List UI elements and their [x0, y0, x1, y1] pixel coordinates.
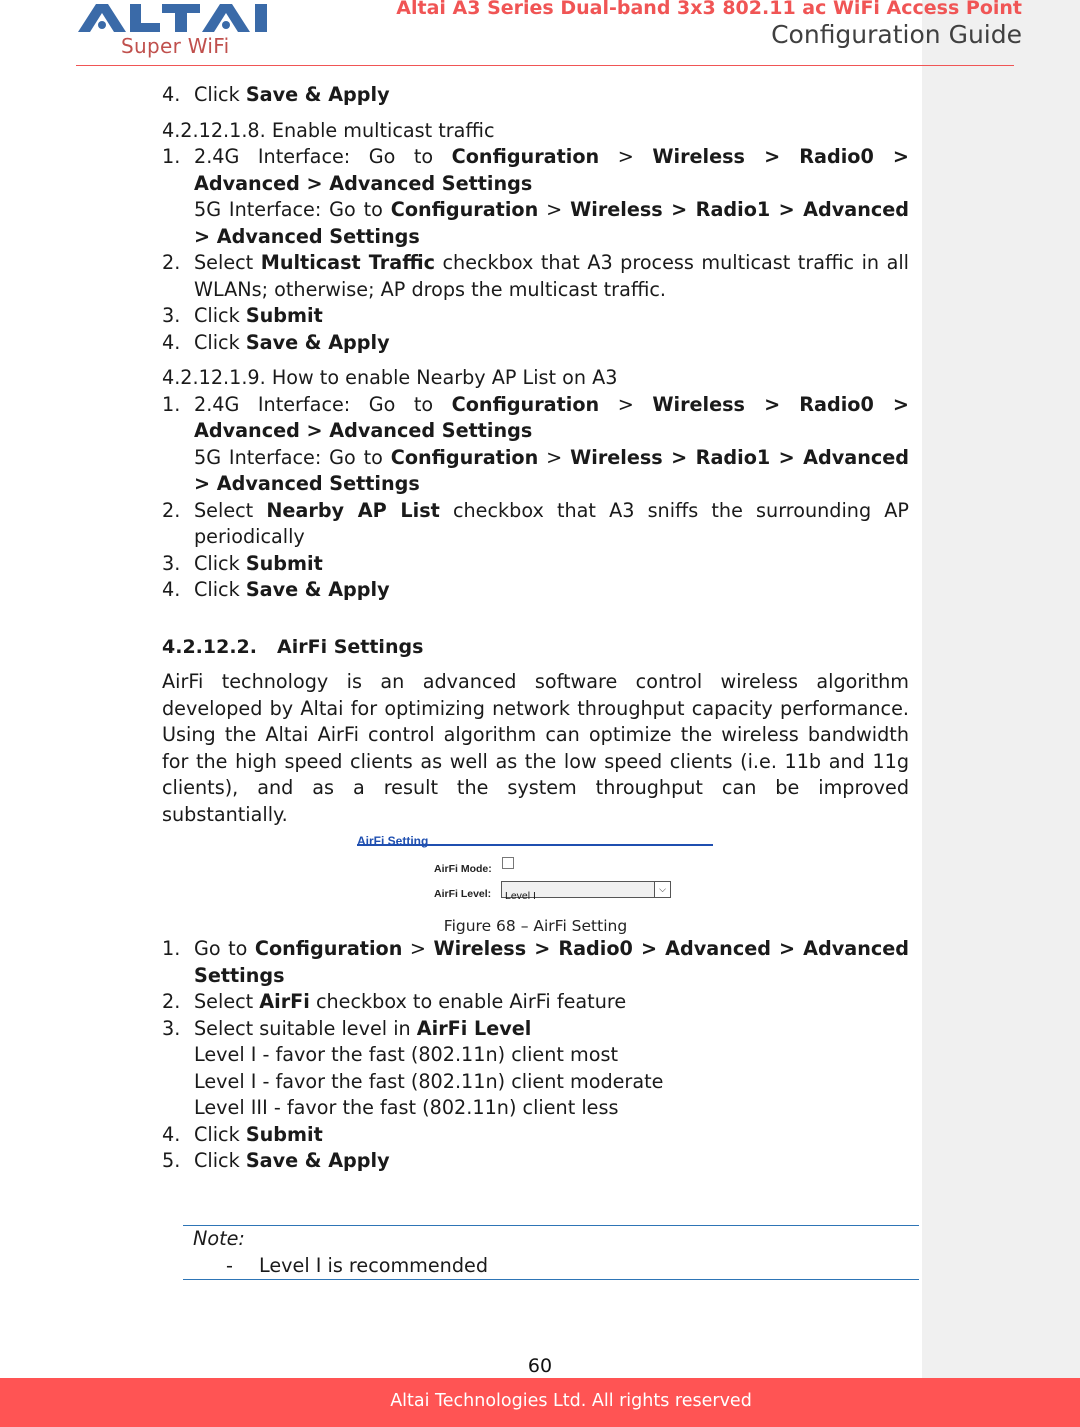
step: 2. Select Multicast Traffic checkbox tha… — [162, 251, 909, 301]
step: 4. Click Save & Apply — [162, 330, 390, 354]
step: 3. Click Submit — [162, 304, 323, 327]
page-content: 4. Click Save & Apply 4.2.12.1.8. Enable… — [162, 82, 909, 1175]
note-label: Note: — [193, 1227, 245, 1250]
note-box: Note: - Level I is recommended — [183, 1225, 919, 1280]
footer-bar: Altai Technologies Ltd. All rights reser… — [0, 1378, 1080, 1427]
level-description: Level I - favor the fast (802.11n) clien… — [194, 1069, 664, 1093]
step: 2. Select AirFi checkbox to enable AirFi… — [162, 990, 627, 1013]
airfi-level-select[interactable]: Level I ⌵ — [501, 881, 671, 902]
page-margin — [922, 0, 1080, 1378]
copyright-text: Altai Technologies Ltd. All rights reser… — [390, 1391, 752, 1411]
airfi-mode-label: AirFi Mode: — [434, 863, 492, 875]
airfi-setting-figure: AirFi Setting AirFi Mode: AirFi Level: L… — [162, 828, 909, 916]
altai-logo-icon — [78, 4, 267, 32]
section-heading: 4.2.12.1.8. Enable multicast traffic — [162, 118, 495, 142]
step: 1. 2.4G Interface: Go to Configuration >… — [162, 145, 910, 248]
step: 3. Select suitable level in AirFi Level — [162, 1016, 532, 1040]
airfi-description: AirFi technology is an advanced software… — [162, 670, 909, 826]
airfi-mode-checkbox[interactable] — [502, 857, 514, 869]
section-heading: 4.2.12.1.9. How to enable Nearby AP List… — [162, 366, 618, 389]
subsection-heading: 4.2.12.2. AirFi Settings — [162, 635, 424, 658]
logo-tagline: Super WiFi — [121, 34, 230, 58]
airfi-level-value: Level I — [505, 890, 536, 902]
step: 4. Click Save & Apply — [162, 578, 390, 601]
step: 1. Go to Configuration > Wireless > Radi… — [162, 937, 909, 987]
document-subtitle: Configuration Guide — [771, 20, 1022, 49]
airfi-level-label: AirFi Level: — [434, 888, 492, 900]
note-item: - Level I is recommended — [226, 1254, 489, 1277]
figure-caption: Figure 68 – AirFi Setting — [443, 917, 628, 935]
level-description: Level I - favor the fast (802.11n) clien… — [194, 1043, 618, 1066]
figure-panel-title: AirFi Setting — [357, 834, 429, 848]
page-number: 60 — [527, 1355, 553, 1377]
header-divider — [76, 65, 1014, 66]
step: 5. Click Save & Apply — [162, 1149, 390, 1172]
altai-logo: Super WiFi — [78, 2, 278, 58]
level-description: Level III - favor the fast (802.11n) cli… — [194, 1096, 619, 1119]
step: 4. Click Submit — [162, 1122, 323, 1146]
step: 3. Click Submit — [162, 551, 323, 575]
step: 2. Select Nearby AP List checkbox that A… — [162, 498, 909, 549]
step: 4. Click Save & Apply — [162, 83, 390, 106]
document-title: Altai A3 Series Dual-band 3x3 802.11 ac … — [396, 0, 1022, 19]
figure-panel-rule — [357, 844, 713, 846]
step: 1. 2.4G Interface: Go to Configuration >… — [162, 392, 910, 496]
chevron-down-icon[interactable]: ⌵ — [654, 882, 670, 897]
